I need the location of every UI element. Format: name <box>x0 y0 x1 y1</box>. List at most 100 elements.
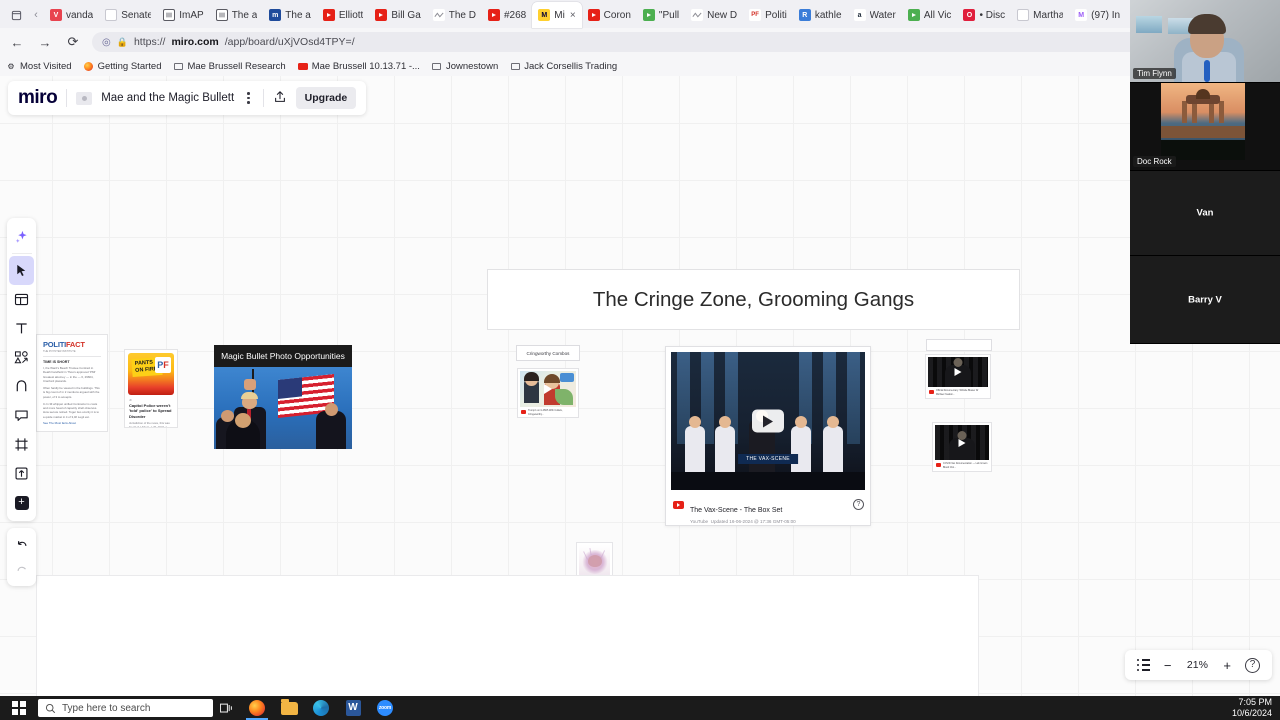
vax-scene-video-title[interactable]: The Vax-Scene - The Box Set <box>690 507 782 514</box>
vax-scene-video-thumbnail[interactable]: THE VAX-SCENE <box>671 352 865 490</box>
forward-button[interactable]: → <box>36 33 54 51</box>
stack-header-card[interactable] <box>926 339 992 351</box>
politifact-link[interactable]: See The Most facts About <box>43 421 101 425</box>
bookmark-item[interactable]: Getting Started <box>84 61 161 72</box>
miro-board-area[interactable]: miro Mae and the Magic Bullett Upgrade +… <box>0 76 1280 696</box>
vax-scene-video-card[interactable]: THE VAX-SCENE The Vax-Scene - The Box Se… <box>665 346 871 526</box>
undo-tool[interactable] <box>9 532 34 557</box>
frame-tool[interactable] <box>9 430 34 459</box>
cringeworthy-combos-thumbnail[interactable] <box>520 371 576 407</box>
close-icon[interactable]: × <box>570 10 576 21</box>
select-tool[interactable] <box>9 256 34 285</box>
mail-icon: M <box>1075 9 1088 21</box>
task-view-icon[interactable] <box>213 696 241 720</box>
browser-tab[interactable]: M (97) In <box>1069 2 1126 28</box>
v-icon: V <box>50 9 62 21</box>
bookmark-item[interactable]: Jownestown <box>432 61 498 72</box>
board-frame[interactable] <box>36 575 979 696</box>
politifact-article-card[interactable]: POLITIFACT THE POYNTER INSTITUTE TIME IS… <box>36 334 108 432</box>
participant-tile[interactable]: Van <box>1130 171 1280 256</box>
browser-tab[interactable]: Senate Co <box>99 2 157 28</box>
browser-tab[interactable]: ImAP <box>157 2 209 28</box>
tab-scroll-left[interactable]: ‹ <box>28 2 44 28</box>
board-menu-button[interactable] <box>243 92 254 104</box>
bookmark-item[interactable]: Jack Corsellis Trading <box>510 61 617 72</box>
redo-tool[interactable] <box>9 557 34 582</box>
zoom-in-button[interactable]: + <box>1223 658 1231 673</box>
stack-video-item[interactable]: COVID Vax Documentation — Lab Grown Bloo… <box>932 422 992 472</box>
browser-tab[interactable]: "Pull <box>637 2 685 28</box>
browser-tab[interactable]: Vvanda <box>44 2 99 28</box>
board-contents-icon[interactable] <box>1136 658 1150 672</box>
taskbar-search[interactable]: Type here to search <box>38 699 213 717</box>
reload-button[interactable]: ⟳ <box>64 33 82 51</box>
article-poster-image <box>579 545 610 578</box>
participant-tile[interactable]: Barry V <box>1130 256 1280 344</box>
help-icon[interactable]: ? <box>1245 657 1260 673</box>
browser-tab[interactable]: Elliott <box>317 2 369 28</box>
taskbar-date: 10/6/2024 <box>1231 708 1272 718</box>
comment-tool[interactable] <box>9 401 34 430</box>
browser-tab[interactable]: Coron <box>582 2 637 28</box>
pen-tool[interactable] <box>9 372 34 401</box>
stack-video-item[interactable]: Official Documentary: Whistle Blower Dr … <box>925 354 991 399</box>
templates-tool[interactable] <box>9 285 34 314</box>
upgrade-button[interactable]: Upgrade <box>295 87 357 109</box>
pants-on-fire-card[interactable]: PANTS ON FIRE PF JF Capitol Police weren… <box>124 349 178 428</box>
star-gear-icon: ⚙ <box>7 61 15 71</box>
back-button[interactable]: ← <box>8 33 26 51</box>
browser-tab[interactable]: New D <box>685 2 743 28</box>
browser-tab[interactable]: m The a <box>263 2 317 28</box>
zoom-out-button[interactable]: − <box>1164 658 1172 673</box>
browser-tab[interactable]: O • Disc <box>957 2 1011 28</box>
edge-taskbar-icon[interactable] <box>305 696 337 720</box>
play-button[interactable] <box>752 409 784 433</box>
navigation-bar: ← → ⟳ ◎ 🔒 https:// miro.com/app/board/uXj… <box>0 28 1280 56</box>
play-icon[interactable] <box>958 438 966 447</box>
stack-video-thumbnail[interactable] <box>935 425 989 460</box>
browser-tab[interactable]: Martha M <box>1011 2 1069 28</box>
search-icon <box>45 703 56 713</box>
bookmark-item[interactable]: Mae Brussell Research <box>173 61 286 72</box>
bookmark-item[interactable]: ⚙ Most Visited <box>6 61 71 72</box>
shapes-tool[interactable] <box>9 343 34 372</box>
browser-tab[interactable]: #268 <box>482 2 532 28</box>
browser-tab[interactable]: Bill Ga <box>369 2 426 28</box>
tab-list-icon[interactable] <box>4 2 28 28</box>
participant-tile[interactable]: Tim Flynn <box>1130 0 1280 83</box>
share-icon[interactable] <box>273 90 287 107</box>
word-taskbar-icon[interactable]: W <box>337 696 369 720</box>
browser-tab[interactable]: a Water <box>848 2 902 28</box>
participant-name: Tim Flynn <box>1133 68 1176 79</box>
file-explorer-taskbar-icon[interactable] <box>273 696 305 720</box>
cringeworthy-combos-embed[interactable]: Trump's on G.9505 With Collars, Cringewo… <box>517 368 579 418</box>
browser-tab[interactable]: The a <box>210 2 264 28</box>
play-icon <box>907 9 920 21</box>
bookmark-item[interactable]: Mae Brussell 10.13.71 -... <box>297 61 420 72</box>
browser-tab[interactable]: Rkathle <box>793 2 848 28</box>
browser-tab[interactable]: M Mi × <box>532 2 582 28</box>
more-apps-tool[interactable]: + <box>9 488 34 517</box>
help-icon[interactable]: ? <box>853 499 864 510</box>
zoom-taskbar-icon[interactable]: zoom <box>369 696 401 720</box>
board-title[interactable]: Mae and the Magic Bullett <box>101 92 234 104</box>
play-icon[interactable] <box>954 368 962 376</box>
browser-tab[interactable]: PF Politi <box>743 2 793 28</box>
board-title-card[interactable]: The Cringe Zone, Grooming Gangs <box>487 269 1020 330</box>
browser-tab[interactable]: The D <box>427 2 482 28</box>
magic-bullet-photo-card[interactable]: Magic Bullet Photo Opportunities <box>214 345 352 449</box>
browser-tab[interactable]: All Vic <box>902 2 958 28</box>
bookmark-label: Jack Corsellis Trading <box>524 60 618 72</box>
miro-logo[interactable]: miro <box>18 87 58 109</box>
cringeworthy-combos-label-card[interactable]: Cringworthy Combos <box>516 345 580 361</box>
participant-tile[interactable]: Doc Rock <box>1130 83 1280 171</box>
play-icon[interactable] <box>544 384 552 394</box>
stack-video-thumbnail[interactable] <box>928 357 988 387</box>
upload-tool[interactable] <box>9 459 34 488</box>
text-tool[interactable] <box>9 314 34 343</box>
start-button[interactable] <box>0 696 38 720</box>
address-bar[interactable]: ◎ 🔒 https:// miro.com/app/board/uXjVOsd4T… <box>92 32 1272 52</box>
taskbar-clock[interactable]: 7:05 PM 10/6/2024 <box>1232 697 1280 719</box>
firefox-taskbar-icon[interactable] <box>241 696 273 720</box>
ai-sparkle-tool[interactable] <box>9 222 34 251</box>
